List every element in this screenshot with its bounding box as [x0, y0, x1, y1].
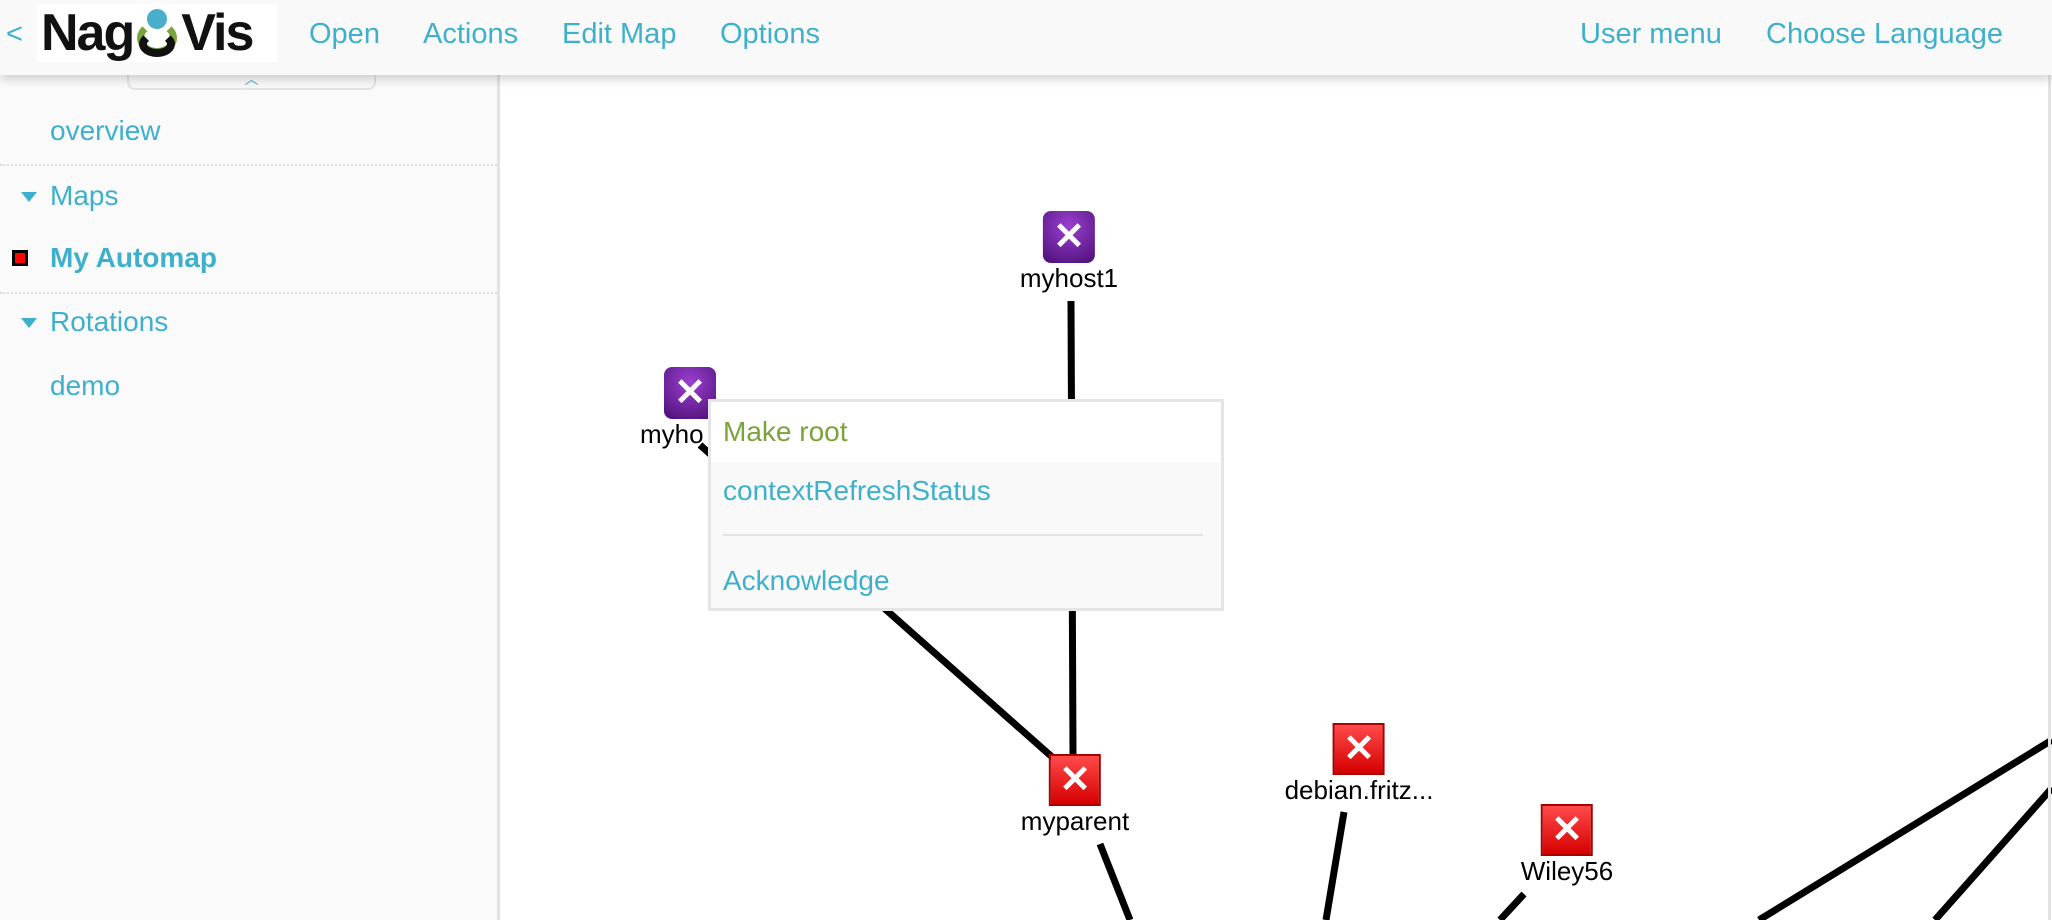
host-down-icon: ✕: [1540, 804, 1593, 856]
menu-options[interactable]: Options: [720, 18, 820, 51]
menu-edit-map[interactable]: Edit Map: [562, 18, 676, 51]
back-arrow[interactable]: <: [6, 18, 23, 51]
map-node-myparent[interactable]: ✕ myparent: [1021, 754, 1129, 837]
link-wiley-down: [1497, 891, 1527, 920]
context-refresh-status[interactable]: contextRefreshStatus: [723, 475, 991, 507]
link-right-2: [1932, 785, 2052, 920]
context-acknowledge[interactable]: Acknowledge: [723, 565, 890, 597]
node-label: myhost1: [1019, 263, 1119, 293]
host-down-icon: ✕: [1332, 723, 1385, 775]
context-menu: Make root contextRefreshStatus Acknowled…: [708, 399, 1224, 611]
menu-open[interactable]: Open: [309, 18, 380, 51]
link-myparent-down: [1096, 842, 1134, 920]
menu-choose-language[interactable]: Choose Language: [1766, 18, 2003, 51]
link-right-1: [1757, 737, 2052, 920]
header-bar: < Nag Vis Open Actions Edit Map Options …: [0, 0, 2052, 75]
map-node-wiley56[interactable]: ✕ Wiley56: [1521, 804, 1613, 887]
map-node-debian[interactable]: ✕ debian.fritz...: [1284, 723, 1434, 806]
context-separator: [723, 534, 1203, 536]
node-label: myparent: [1020, 806, 1130, 836]
context-make-root[interactable]: Make root: [723, 416, 848, 448]
node-label: debian.fritz...: [1284, 775, 1434, 805]
node-label: Wiley56: [1520, 856, 1614, 886]
nagvis-logo[interactable]: Nag Vis: [37, 4, 277, 62]
menu-actions[interactable]: Actions: [423, 18, 518, 51]
logo-mark-icon: [135, 9, 179, 57]
menu-user[interactable]: User menu: [1580, 18, 1722, 51]
map-node-myhost1[interactable]: ✕ myhost1: [1020, 211, 1118, 294]
scrollbar-edge[interactable]: [2048, 75, 2051, 920]
host-down-icon: ✕: [1048, 754, 1101, 806]
node-label: myho: [640, 419, 704, 449]
link-debian-down: [1322, 811, 1348, 920]
host-unreachable-icon: ✕: [1042, 211, 1095, 263]
